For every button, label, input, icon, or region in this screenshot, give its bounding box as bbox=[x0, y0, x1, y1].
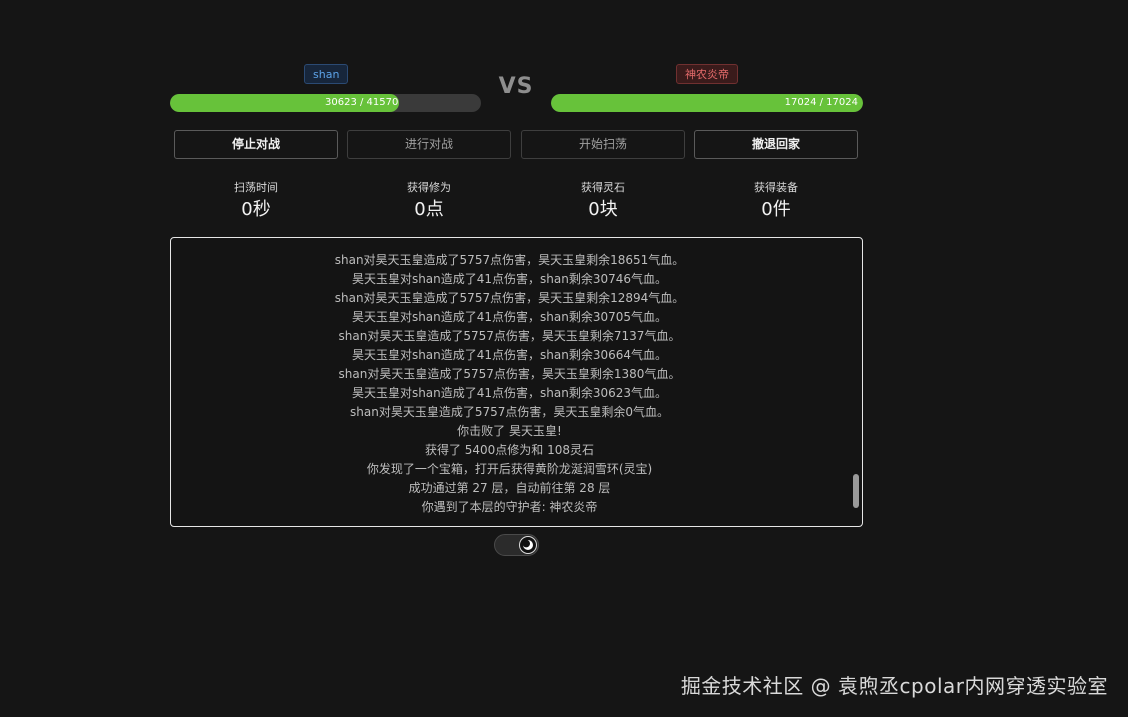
stat-value: 0秒 bbox=[241, 199, 271, 220]
start-sweep-button[interactable]: 开始扫荡 bbox=[521, 130, 685, 159]
stat-label: 获得修为 bbox=[407, 181, 451, 194]
log-line: 你遇到了本层的守护者: 神农炎帝 bbox=[421, 500, 598, 514]
stat-label: 获得装备 bbox=[754, 181, 798, 194]
log-line: 你击败了 昊天玉皇! bbox=[457, 424, 562, 438]
stat-spirit-stones: 获得灵石 0块 bbox=[521, 180, 685, 221]
toggle-knob bbox=[519, 536, 537, 554]
enemy-hp-bar: 17024 / 17024 bbox=[551, 94, 863, 112]
log-line: shan对昊天玉皇造成了5757点伤害，昊天玉皇剩余0气血。 bbox=[350, 405, 669, 419]
vs-label: VS bbox=[498, 74, 534, 99]
log-line: 昊天玉皇对shan造成了41点伤害，shan剩余30746气血。 bbox=[351, 272, 668, 286]
log-line: shan对昊天玉皇造成了5757点伤害，昊天玉皇剩余7137气血。 bbox=[338, 329, 681, 343]
stat-cultivation: 获得修为 0点 bbox=[347, 180, 511, 221]
log-line: shan对昊天玉皇造成了5757点伤害，昊天玉皇剩余1380气血。 bbox=[338, 367, 681, 381]
enemy-name-tag: 神农炎帝 bbox=[676, 64, 738, 84]
log-line: 成功通过第 27 层，自动前往第 28 层 bbox=[408, 481, 611, 495]
battle-log[interactable]: shan对昊天玉皇造成了5757点伤害，昊天玉皇剩余18651气血。 昊天玉皇对s… bbox=[170, 237, 863, 527]
stat-value: 0点 bbox=[414, 199, 444, 220]
watermark: 掘金技术社区 @ 袁煦丞cpolar内网穿透实验室 bbox=[680, 674, 1108, 698]
log-line: 昊天玉皇对shan造成了41点伤害，shan剩余30623气血。 bbox=[351, 386, 668, 400]
battle-page: shan 神农炎帝 VS 30623 / 41570 17024 / 17024… bbox=[0, 0, 1128, 717]
log-line: shan对昊天玉皇造成了5757点伤害，昊天玉皇剩余18651气血。 bbox=[334, 253, 685, 267]
player-name-tag: shan bbox=[304, 64, 349, 84]
battle-log-lines: shan对昊天玉皇造成了5757点伤害，昊天玉皇剩余18651气血。 昊天玉皇对s… bbox=[171, 251, 848, 517]
player-hp-bar: 30623 / 41570 bbox=[170, 94, 481, 112]
battle-log-scrollbar[interactable] bbox=[853, 474, 859, 508]
log-line: 你发现了一个宝箱，打开后获得黄阶龙涎润雪环(灵宝) bbox=[366, 462, 653, 476]
enemy-hp-text: 17024 / 17024 bbox=[784, 97, 858, 108]
log-line: 昊天玉皇对shan造成了41点伤害，shan剩余30664气血。 bbox=[351, 348, 668, 362]
log-line: shan对昊天玉皇造成了5757点伤害，昊天玉皇剩余12894气血。 bbox=[334, 291, 685, 305]
retreat-home-button[interactable]: 撤退回家 bbox=[694, 130, 858, 159]
stat-label: 获得灵石 bbox=[581, 181, 625, 194]
stat-sweep-time: 扫荡时间 0秒 bbox=[174, 180, 338, 221]
stat-equipment: 获得装备 0件 bbox=[694, 180, 858, 221]
stat-label: 扫荡时间 bbox=[234, 181, 278, 194]
stat-value: 0件 bbox=[761, 199, 791, 220]
log-line: 获得了 5400点修为和 108灵石 bbox=[424, 443, 595, 457]
player-hp-text: 30623 / 41570 bbox=[325, 97, 399, 108]
stop-battle-button[interactable]: 停止对战 bbox=[174, 130, 338, 159]
moon-icon bbox=[522, 539, 533, 550]
start-battle-button[interactable]: 进行对战 bbox=[347, 130, 511, 159]
theme-toggle[interactable] bbox=[494, 534, 539, 556]
log-line: 昊天玉皇对shan造成了41点伤害，shan剩余30705气血。 bbox=[351, 310, 668, 324]
stat-value: 0块 bbox=[588, 199, 618, 220]
